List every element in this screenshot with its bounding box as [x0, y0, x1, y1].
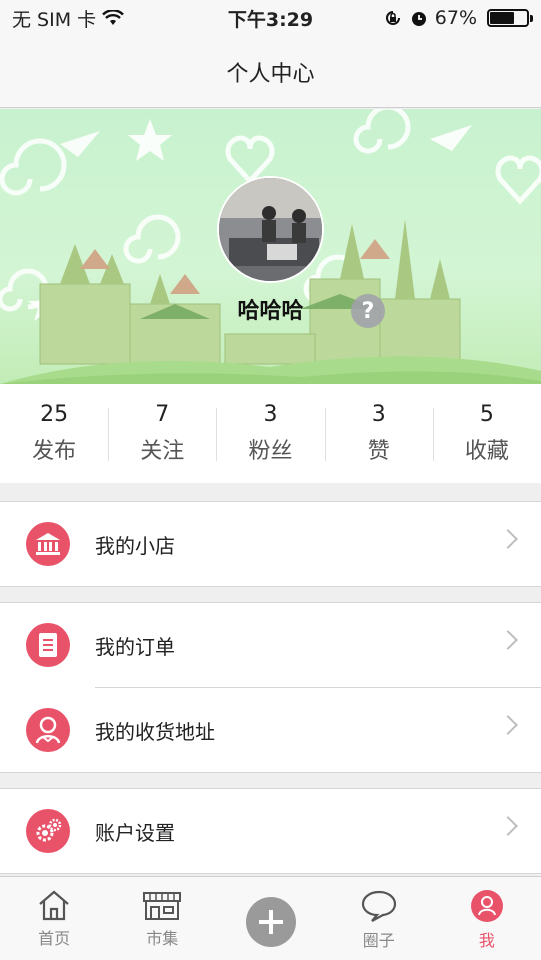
stat-following[interactable]: 7 关注 — [108, 384, 216, 483]
menu-item-label: 我的收货地址 — [95, 719, 215, 744]
menu-item-label: 我的小店 — [95, 533, 175, 558]
stat-followers[interactable]: 3 粉丝 — [216, 384, 324, 483]
avatar-photo — [219, 178, 322, 281]
stat-favorites[interactable]: 5 收藏 — [432, 384, 541, 483]
menu-item-my-orders[interactable]: 我的订单 — [0, 603, 541, 687]
tab-label: 我 — [478, 931, 495, 950]
tab-label: 首页 — [38, 929, 71, 948]
nav-bar: 个人中心 — [0, 36, 541, 108]
chevron-right-icon — [498, 715, 518, 735]
tab-bar: 首页 市集 圈子 我 — [0, 876, 541, 960]
chevron-right-icon — [498, 529, 518, 549]
battery-icon — [487, 9, 533, 27]
user-icon — [470, 890, 503, 922]
menu-item-my-address[interactable]: 我的收货地址 — [0, 688, 541, 772]
tab-circle[interactable]: 圈子 — [325, 877, 433, 960]
menu-item-my-shop[interactable]: 我的小店 — [0, 502, 541, 586]
tab-label: 市集 — [146, 929, 179, 948]
page-title: 个人中心 — [226, 61, 315, 87]
stat-label: 发布 — [32, 439, 77, 464]
plus-icon — [245, 897, 296, 947]
menu-group-orders: 我的订单 我的收货地址 — [0, 602, 541, 773]
stat-label: 赞 — [367, 439, 390, 464]
stats-bar: 25 发布 7 关注 3 粉丝 3 赞 5 收藏 — [0, 384, 541, 483]
gears-icon — [26, 809, 70, 853]
stat-posts[interactable]: 25 发布 — [0, 384, 108, 483]
chevron-right-icon — [498, 816, 518, 836]
bank-icon — [26, 522, 70, 566]
chevron-right-icon — [498, 630, 518, 650]
avatar[interactable] — [217, 176, 324, 283]
menu-item-account-settings[interactable]: 账户设置 — [0, 789, 541, 873]
stat-label: 关注 — [140, 439, 185, 464]
carrier-label: 无 SIM 卡 — [12, 8, 97, 31]
status-bar: 无 SIM 卡 下午3:29 67% — [0, 0, 541, 36]
tab-me[interactable]: 我 — [433, 877, 541, 960]
stat-value: 3 — [371, 402, 386, 427]
stat-label: 收藏 — [464, 439, 509, 464]
battery-percent: 67% — [434, 7, 477, 29]
document-icon — [26, 623, 70, 667]
stat-value: 25 — [40, 402, 69, 427]
tab-home[interactable]: 首页 — [0, 877, 108, 960]
username: 哈哈哈 — [237, 299, 304, 324]
person-icon — [26, 708, 70, 752]
tab-label: 圈子 — [362, 931, 395, 950]
chat-icon — [361, 890, 396, 922]
stat-likes[interactable]: 3 赞 — [324, 384, 433, 483]
home-icon — [39, 890, 69, 921]
tab-post[interactable] — [216, 877, 324, 960]
stat-value: 7 — [155, 402, 170, 427]
menu-group-settings: 账户设置 — [0, 788, 541, 874]
stat-label: 粉丝 — [248, 439, 293, 464]
stat-value: 5 — [479, 402, 494, 427]
rotation-lock-icon — [385, 11, 400, 25]
menu-item-label: 我的订单 — [95, 634, 175, 659]
help-icon[interactable]: ? — [351, 294, 385, 328]
menu-group-shop: 我的小店 — [0, 501, 541, 587]
profile-banner: 哈哈哈 ? — [0, 109, 541, 384]
store-icon — [143, 892, 182, 920]
menu-item-label: 账户设置 — [95, 820, 175, 845]
tab-market[interactable]: 市集 — [108, 877, 216, 960]
alarm-icon — [411, 12, 426, 26]
wifi-icon — [102, 10, 124, 25]
stat-value: 3 — [263, 402, 278, 427]
